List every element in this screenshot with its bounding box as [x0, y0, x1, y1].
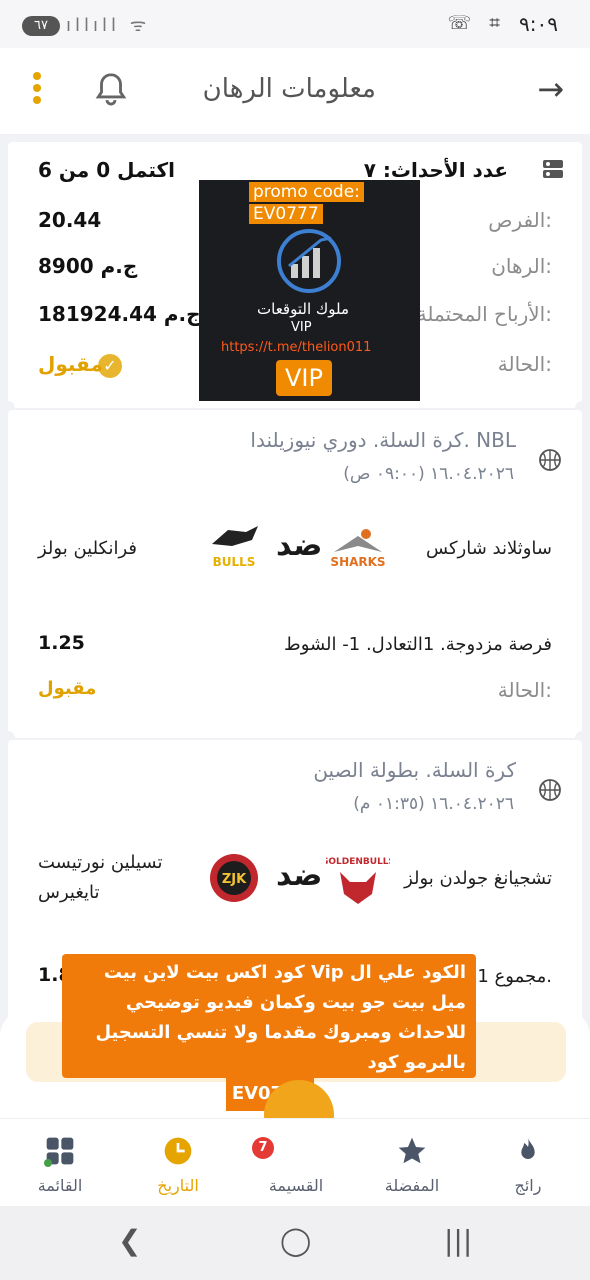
basketball-icon — [539, 449, 561, 471]
status-label: الحالة: — [497, 352, 552, 376]
versus-label: ضد — [276, 858, 323, 893]
tab-history[interactable]: التاريخ — [128, 1127, 228, 1203]
nav-recents-icon[interactable]: ||| — [444, 1224, 472, 1257]
event-card[interactable]: كرة السلة. دوري نيوزيلندا. NBL ١٦.٠٤.٢٠٢… — [1, 410, 589, 745]
home-team-logo: GOLDENBULLS — [326, 857, 390, 904]
stake-value: 8900 ج.م — [38, 254, 138, 278]
away-team-logo: ZJK — [210, 854, 258, 902]
coupon-count-badge: 7 — [252, 1137, 274, 1159]
bottom-tab-bar: رائج المفضلة 7 القسيمة التاريخ القائمة — [0, 1118, 590, 1206]
status-time: ٩:٠٩ — [519, 12, 558, 36]
event-datetime: ١٦.٠٤.٢٠٢٦ (٠١:٣٥ م) — [353, 794, 514, 814]
promo-code-value: EV0777 — [249, 204, 323, 224]
potential-win-value: 181924.44 ج.م — [38, 302, 201, 326]
home-team-logo: SHARKS — [330, 529, 386, 569]
league-name: كرة السلة. بطولة الصين — [313, 758, 516, 782]
tab-menu[interactable]: القائمة — [10, 1127, 110, 1203]
star-icon — [398, 1137, 426, 1164]
stake-label: الرهان: — [491, 254, 552, 278]
promo-vip-badge: VIP — [276, 360, 332, 396]
basketball-icon — [539, 779, 561, 801]
promo-brand: ملوك التوقعات — [257, 300, 349, 318]
page-title: معلومات الرهان — [202, 74, 376, 104]
selection-odd: 1.25 — [38, 632, 85, 654]
odds-label: الفرص: — [488, 208, 552, 232]
svg-text:ZJK: ZJK — [222, 872, 247, 887]
svg-text:SHARKS: SHARKS — [330, 555, 385, 569]
status-bar: ٦٧ ıllıll ᯤ ☏ ⌗ ٩:٠٩ — [0, 0, 590, 48]
battery-indicator: ٦٧ — [22, 16, 60, 36]
clock-icon — [164, 1137, 192, 1165]
completed-count: اكتمل 0 من 6 — [38, 158, 176, 182]
svg-text:GOLDENBULLS: GOLDENBULLS — [326, 857, 390, 867]
away-team-logo: BULLS — [212, 526, 258, 569]
tab-trending[interactable]: رائج — [478, 1127, 578, 1203]
nav-back-icon[interactable]: ❮ — [118, 1224, 141, 1257]
back-arrow-icon[interactable]: → — [537, 70, 564, 108]
promo-link: https://t.me/thelion011 — [221, 340, 372, 355]
bell-icon[interactable] — [92, 70, 130, 108]
tab-label: التاريخ — [157, 1176, 199, 1195]
ticket-grid-icon — [543, 160, 563, 178]
league-name: كرة السلة. دوري نيوزيلندا. NBL — [250, 428, 516, 452]
promo-banner: الكود علي ال Vip كود اكس بيت لاين بيت مي… — [62, 954, 476, 1078]
events-count-label: عدد الأحداث: ٧ — [363, 158, 508, 182]
chart-logo-icon — [277, 229, 341, 293]
tab-label: القائمة — [37, 1176, 83, 1195]
potential-win-label: الأرباح المحتملة: — [416, 302, 552, 326]
status-value: مقبول — [38, 352, 103, 376]
promo-code-label: promo code: — [249, 182, 364, 202]
status-icons: ☏ ⌗ — [447, 12, 506, 34]
fire-icon — [521, 1137, 535, 1159]
tab-label: القسيمة — [268, 1176, 324, 1195]
away-team-name: فرانكلين بولز — [38, 538, 138, 559]
home-team-name: تشجيانغ جولدن بولز — [404, 868, 552, 889]
signal-wifi-icons: ıllıll ᯤ — [66, 15, 151, 36]
away-team-name: تسيلين نورتيست — [38, 852, 163, 873]
event-status-value: مقبول — [38, 678, 97, 699]
event-status-label: الحالة: — [497, 678, 552, 702]
svg-text:BULLS: BULLS — [213, 555, 256, 569]
more-options-icon[interactable] — [30, 72, 44, 106]
tab-label: المفضلة — [384, 1176, 440, 1195]
promo-vip-text: VIP — [291, 320, 312, 335]
versus-label: ضد — [276, 528, 323, 563]
bet-selection: مجموع 1. — [477, 966, 552, 987]
event-datetime: ١٦.٠٤.٢٠٢٦ (٠٩:٠٠ ص) — [343, 464, 514, 484]
bet-selection: فرصة مزدوجة. 1التعادل. 1- الشوط — [284, 634, 552, 655]
away-team-name-line2: تايغيرس — [38, 882, 100, 903]
menu-grid-icon — [44, 1137, 74, 1167]
app-header: معلومات الرهان → — [0, 48, 590, 134]
home-team-name: ساوثلاند شاركس — [426, 538, 552, 559]
tab-coupon[interactable]: 7 القسيمة — [246, 1127, 346, 1203]
system-nav-bar: ❮ ◯ ||| — [0, 1206, 590, 1280]
odds-value: 20.44 — [38, 208, 102, 232]
tab-label: رائج — [514, 1176, 542, 1195]
promo-image: promo code: EV0777 ملوك التوقعات VIP htt… — [199, 180, 420, 401]
nav-home-icon[interactable]: ◯ — [280, 1224, 311, 1257]
tab-favorites[interactable]: المفضلة — [362, 1127, 462, 1203]
